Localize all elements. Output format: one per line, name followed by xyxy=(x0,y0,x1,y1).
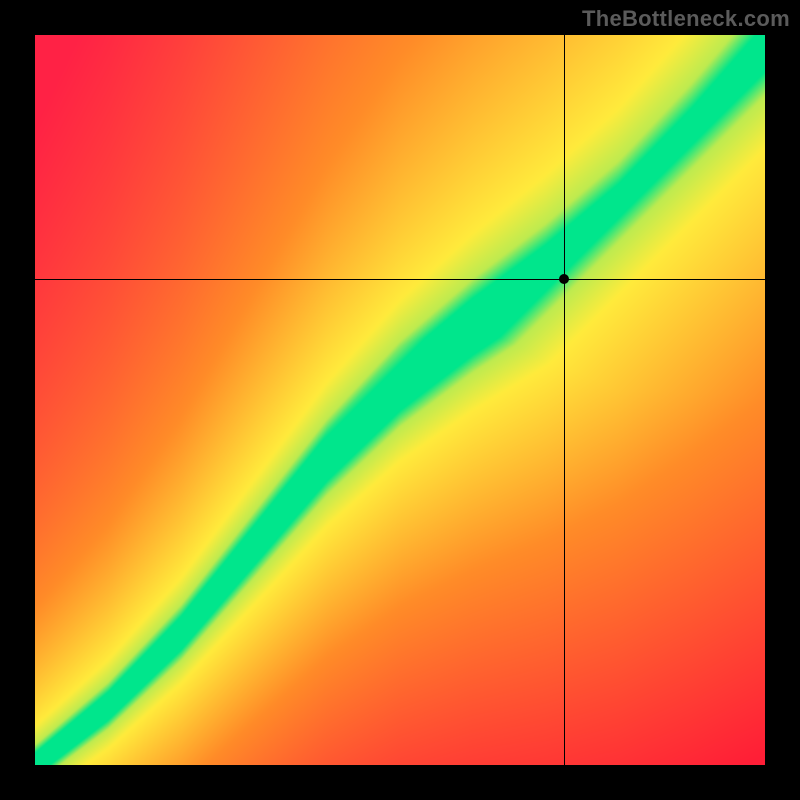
heatmap-plot xyxy=(35,35,765,765)
chart-stage: TheBottleneck.com xyxy=(0,0,800,800)
watermark-text: TheBottleneck.com xyxy=(582,6,790,32)
crosshair-horizontal xyxy=(35,279,765,280)
crosshair-vertical xyxy=(564,35,565,765)
marker-dot xyxy=(559,274,569,284)
heatmap-canvas xyxy=(35,35,765,765)
